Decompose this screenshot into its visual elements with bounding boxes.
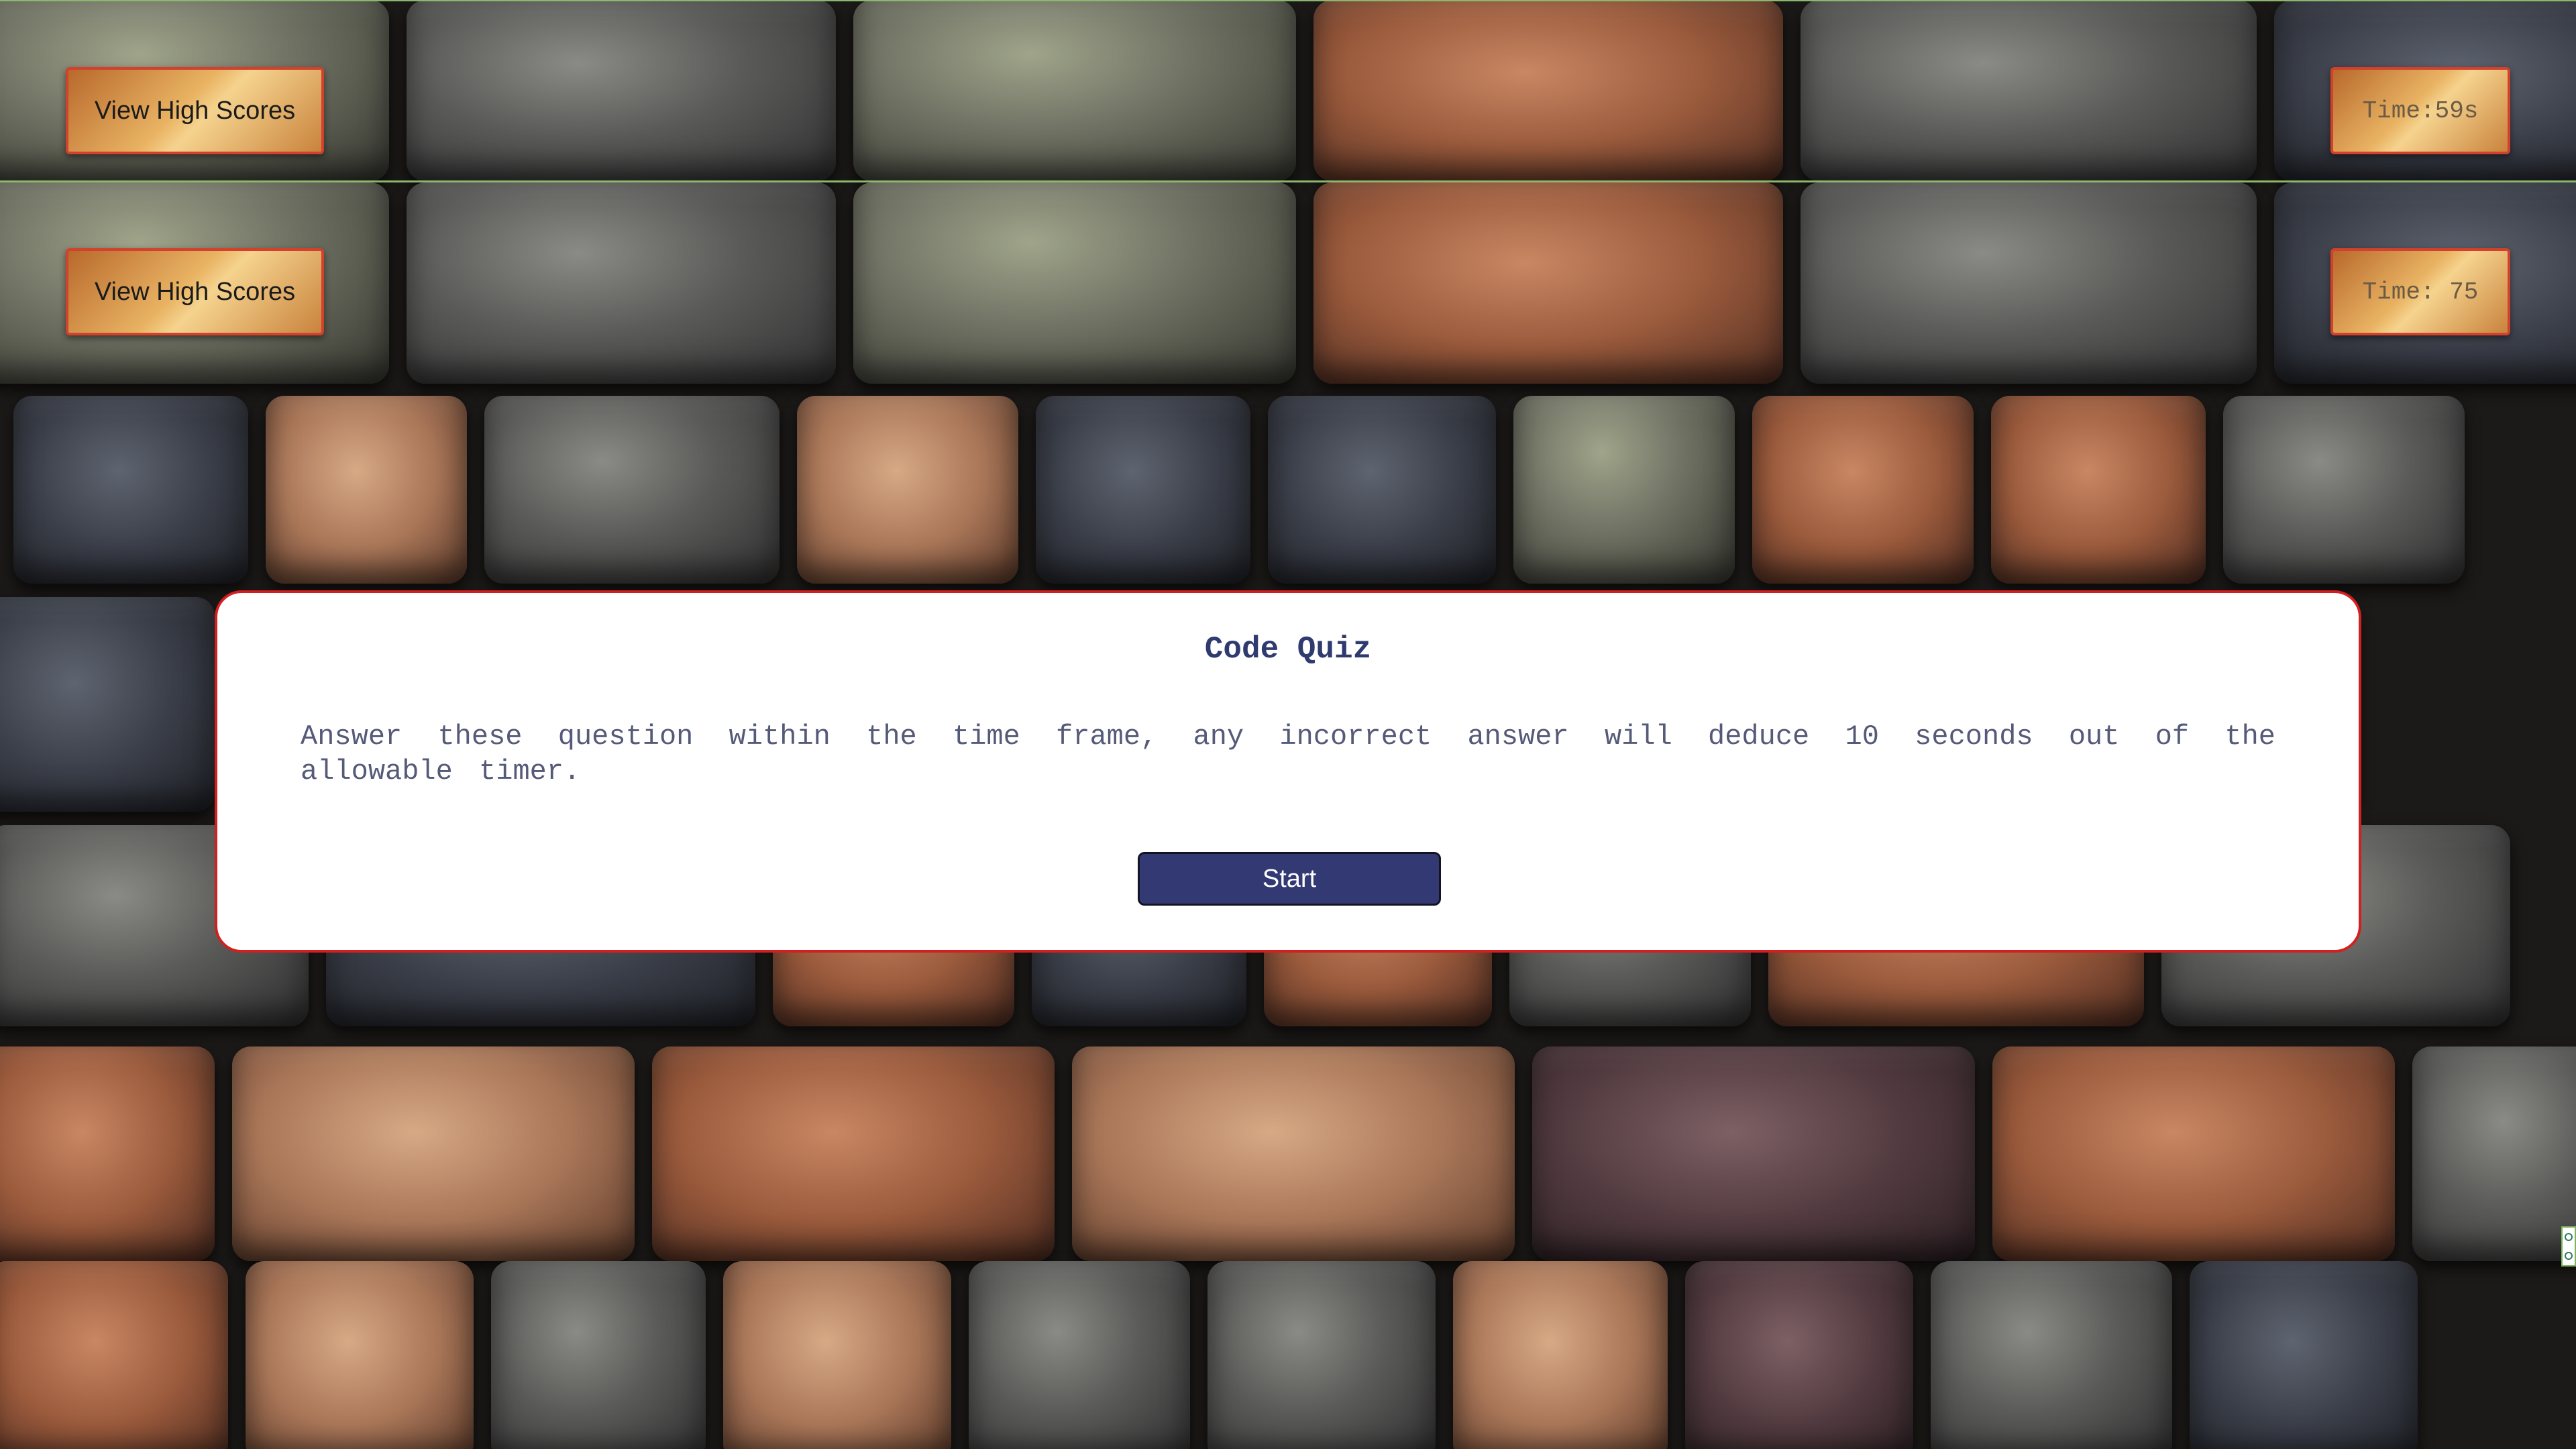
view-high-scores-button[interactable]: View High Scores [66, 67, 324, 154]
brick [246, 1261, 474, 1449]
brick [1072, 1046, 1515, 1261]
brick [1752, 396, 1974, 584]
brick-row [13, 396, 2576, 584]
brick [1532, 1046, 1975, 1261]
brick [1685, 1261, 1913, 1449]
brick-row [0, 1046, 2576, 1261]
view-high-scores-button-secondary[interactable]: View High Scores [66, 248, 324, 335]
brick-row [0, 1261, 2576, 1449]
brick [2190, 1261, 2418, 1449]
scroll-up-dot-icon[interactable] [2565, 1233, 2573, 1241]
timer-display-secondary: Time: 75 [2330, 248, 2510, 335]
brick [1931, 1261, 2172, 1449]
brick [1991, 396, 2206, 584]
brick [969, 1261, 1190, 1449]
brick [266, 396, 467, 584]
brick [0, 1046, 215, 1261]
scroll-control-icon[interactable] [2561, 1226, 2576, 1267]
brick [1268, 396, 1496, 584]
timer-display: Time:59s [2330, 67, 2510, 154]
brick [723, 1261, 951, 1449]
brick [484, 396, 780, 584]
brick [2223, 396, 2465, 584]
header-bar-secondary: View High Scores Time: 75 [0, 182, 2576, 365]
scroll-down-dot-icon[interactable] [2565, 1252, 2573, 1260]
brick [232, 1046, 635, 1261]
brick [491, 1261, 706, 1449]
brick [0, 597, 215, 812]
brick [797, 396, 1018, 584]
brick [13, 396, 248, 584]
brick [0, 1261, 228, 1449]
brick [652, 1046, 1055, 1261]
quiz-intro-card: Code Quiz Answer these question within t… [215, 590, 2361, 953]
header-bar-primary: View High Scores Time:59s [0, 0, 2576, 182]
brick [1513, 396, 1735, 584]
brick [2412, 1046, 2576, 1261]
start-button[interactable]: Start [1138, 852, 1441, 906]
brick [1992, 1046, 2395, 1261]
brick [1208, 1261, 1436, 1449]
brick [1453, 1261, 1668, 1449]
brick [1036, 396, 1250, 584]
quiz-title: Code Quiz [1204, 632, 1372, 667]
quiz-instructions: Answer these question within the time fr… [301, 720, 2275, 788]
